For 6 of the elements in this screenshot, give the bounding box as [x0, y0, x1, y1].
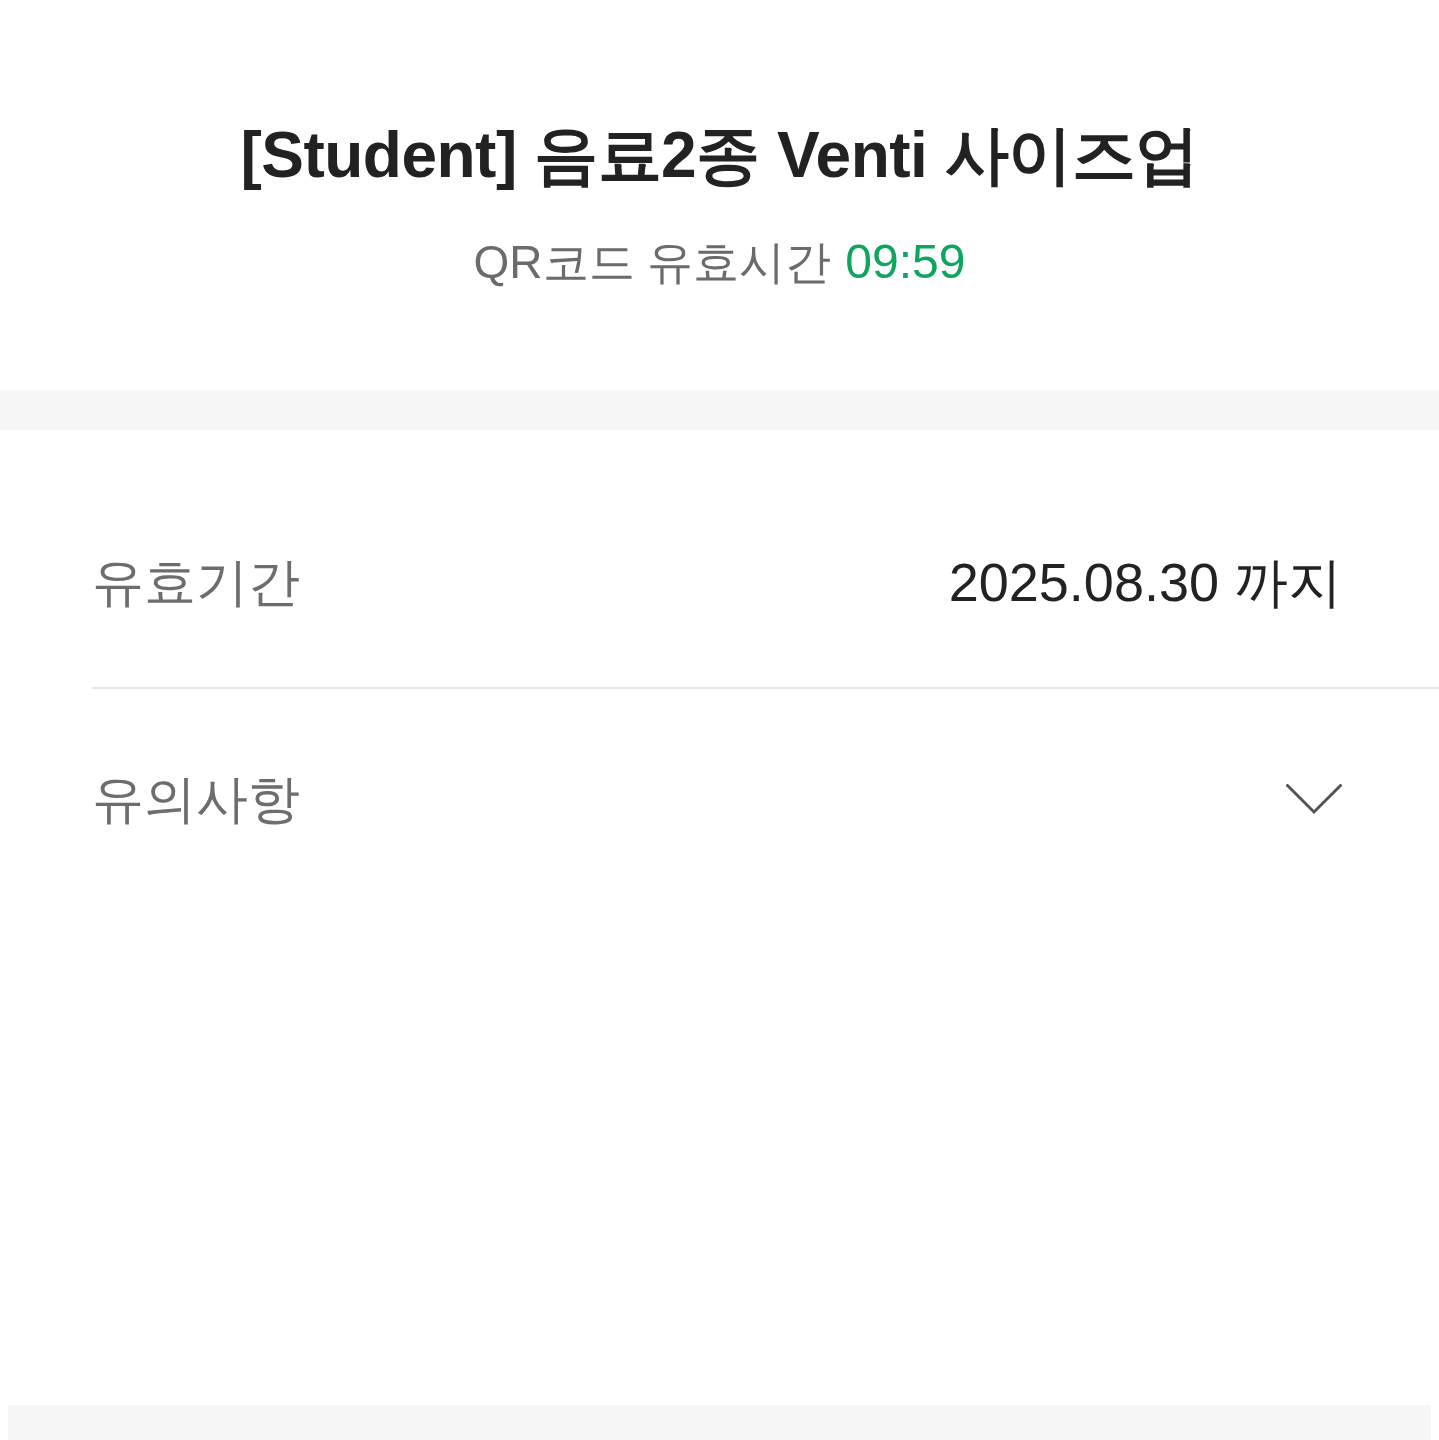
countdown-timer: 09:59	[845, 234, 966, 290]
coupon-title: [Student] 음료2종 Venti 사이즈업	[240, 118, 1199, 193]
notes-toggle[interactable]: 유의사항	[92, 689, 1439, 909]
validity-label: 유효기간	[92, 552, 300, 613]
validity-date: 2025.08.30 까지	[948, 551, 1342, 614]
qr-validity-label: QR코드 유효시간	[473, 235, 832, 290]
